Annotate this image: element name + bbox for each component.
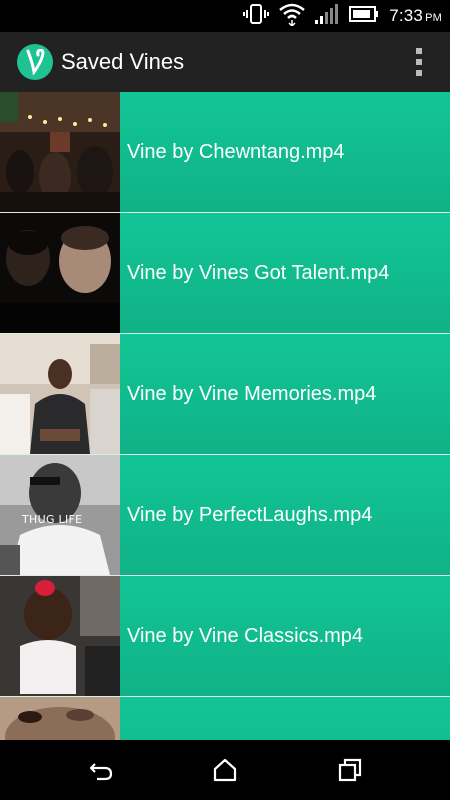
video-thumbnail [0,213,120,333]
list-item[interactable]: Vine by Chewntang.mp4 [0,92,450,213]
status-time-value: 7:33 [389,6,424,25]
list-item[interactable] [0,697,450,740]
video-thumbnail [0,92,120,212]
video-thumbnail [0,576,120,696]
signal-icon [315,3,339,29]
video-thumbnail: THUG LIFE [0,455,120,575]
navigation-bar [0,740,450,800]
status-bar: 7:33 PM [0,0,450,32]
list-item[interactable]: THUG LIFE Vine by PerfectLaughs.mp4 [0,455,450,576]
list-item[interactable]: Vine by Vine Memories.mp4 [0,334,450,455]
vibrate-icon [243,3,270,30]
home-icon[interactable] [211,756,239,784]
video-thumbnail [0,334,120,454]
list-item-label: Vine by PerfectLaughs.mp4 [127,503,373,526]
list-item-label-area[interactable]: Vine by Vine Memories.mp4 [120,334,450,454]
action-bar: Saved Vines [0,32,450,92]
vine-app-icon[interactable] [17,44,53,80]
list-item-label-area[interactable] [120,697,450,740]
list-item-label-area[interactable]: Vine by Vines Got Talent.mp4 [120,213,450,333]
status-time: 7:33 PM [389,6,442,26]
recent-apps-icon[interactable] [336,756,364,784]
list-item-label: Vine by Vine Classics.mp4 [127,624,364,647]
battery-icon [349,5,379,27]
thumb-overlay-text: THUG LIFE [22,513,83,526]
list-item[interactable]: Vine by Vine Classics.mp4 [0,576,450,697]
vine-list: Vine by Chewntang.mp4 Vine by Vines Got … [0,92,450,740]
list-item[interactable]: Vine by Vines Got Talent.mp4 [0,213,450,334]
list-item-label: Vine by Vines Got Talent.mp4 [127,261,390,284]
list-item-label-area[interactable]: Vine by Vine Classics.mp4 [120,576,450,696]
video-thumbnail [0,697,120,740]
page-title: Saved Vines [61,49,185,74]
list-item-label-area[interactable]: Vine by PerfectLaughs.mp4 [120,455,450,575]
back-icon[interactable] [87,756,115,784]
list-item-label: Vine by Chewntang.mp4 [127,140,345,163]
status-icons: 7:33 PM [243,0,442,32]
list-item-label-area[interactable]: Vine by Chewntang.mp4 [120,92,450,212]
list-item-label: Vine by Vine Memories.mp4 [127,382,377,405]
overflow-menu-icon[interactable] [414,48,424,76]
wifi-icon [279,2,306,31]
status-time-ampm: PM [425,12,442,24]
